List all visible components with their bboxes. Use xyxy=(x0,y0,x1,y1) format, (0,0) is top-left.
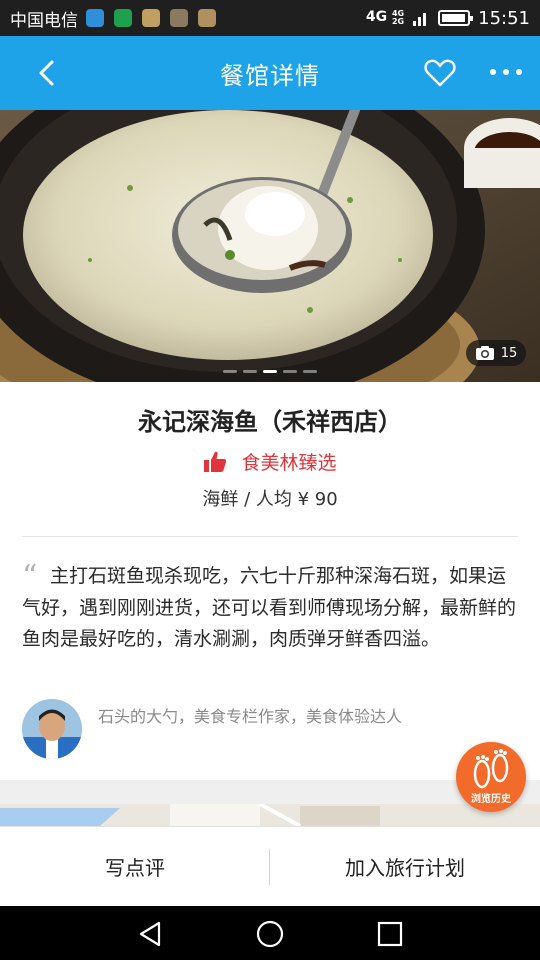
action-bar: 写点评 加入旅行计划 xyxy=(0,826,540,906)
app-icon-2 xyxy=(114,9,132,27)
carousel-dot xyxy=(223,370,237,373)
network-label: 4G xyxy=(365,9,388,25)
carousel-indicator xyxy=(0,370,540,373)
thumbs-up-icon xyxy=(204,451,227,472)
carrier-label: 中国电信 xyxy=(10,10,78,31)
nav-home-icon[interactable] xyxy=(256,920,284,948)
award-badge: 食美林臻选 xyxy=(0,448,540,475)
review-text: 主打石斑鱼现杀现吃，六七十斤那种深海石斑，如果运气好，遇到刚刚进货，还可以看到师… xyxy=(22,565,517,650)
heart-outline-icon[interactable] xyxy=(424,58,456,88)
browse-history-label: 浏览历史 xyxy=(471,794,511,805)
system-nav-bar xyxy=(0,906,540,960)
nav-recents-icon[interactable] xyxy=(376,920,404,948)
photo-count-badge[interactable]: 15 xyxy=(466,340,526,366)
browse-history-button[interactable]: 浏览历史 xyxy=(456,742,526,812)
divider xyxy=(22,536,518,537)
battery-icon xyxy=(438,10,474,26)
restaurant-name: 永记深海鱼（禾祥西店） xyxy=(138,408,402,436)
congee-photo xyxy=(0,110,540,382)
app-icon-3 xyxy=(142,9,160,27)
carousel-dot xyxy=(303,370,317,373)
page-title: 餐馆详情 xyxy=(220,61,320,90)
write-review-button[interactable]: 写点评 xyxy=(0,827,270,906)
avatar[interactable] xyxy=(22,699,82,759)
back-arrow-icon[interactable] xyxy=(36,60,60,86)
hero-image[interactable] xyxy=(0,110,540,382)
carousel-dot xyxy=(283,370,297,373)
carousel-dot xyxy=(243,370,257,373)
price-line: 海鲜 / 人均 ¥ 90 xyxy=(202,489,338,510)
more-dots-icon[interactable] xyxy=(488,62,524,82)
map-preview[interactable] xyxy=(0,804,540,826)
status-right: 4G 4G 2G 15:51 xyxy=(366,8,530,29)
network-small: 4G 2G xyxy=(392,10,404,26)
footprints-icon xyxy=(473,749,509,789)
avatar-image xyxy=(22,699,82,759)
network-small-bottom: 2G xyxy=(391,17,405,26)
network-indicator: 4G 4G 2G xyxy=(366,10,404,26)
photo-count-label: 15 xyxy=(500,345,518,361)
camera-icon xyxy=(475,346,494,360)
carousel-dot-active xyxy=(263,370,277,373)
map-graphic xyxy=(0,804,540,826)
review-author: 石头的大勺，美食专栏作家，美食体验达人 xyxy=(98,707,403,726)
app-icon-1 xyxy=(86,9,104,27)
app-icon-4 xyxy=(170,9,188,27)
clock: 15:51 xyxy=(478,7,530,29)
screen: 中国电信 4G 4G 2G 15:51 餐馆详情 15 永记深海鱼（禾祥西店） … xyxy=(0,0,540,960)
signal-icon xyxy=(413,13,427,26)
app-icon-5 xyxy=(198,9,216,27)
nav-back-icon[interactable] xyxy=(137,920,165,948)
status-bar: 中国电信 4G 4G 2G 15:51 xyxy=(0,0,540,36)
award-label: 食美林臻选 xyxy=(241,452,337,474)
action-separator xyxy=(269,849,270,885)
add-to-trip-plan-button[interactable]: 加入旅行计划 xyxy=(270,827,540,906)
header-bar: 餐馆详情 xyxy=(0,36,540,110)
